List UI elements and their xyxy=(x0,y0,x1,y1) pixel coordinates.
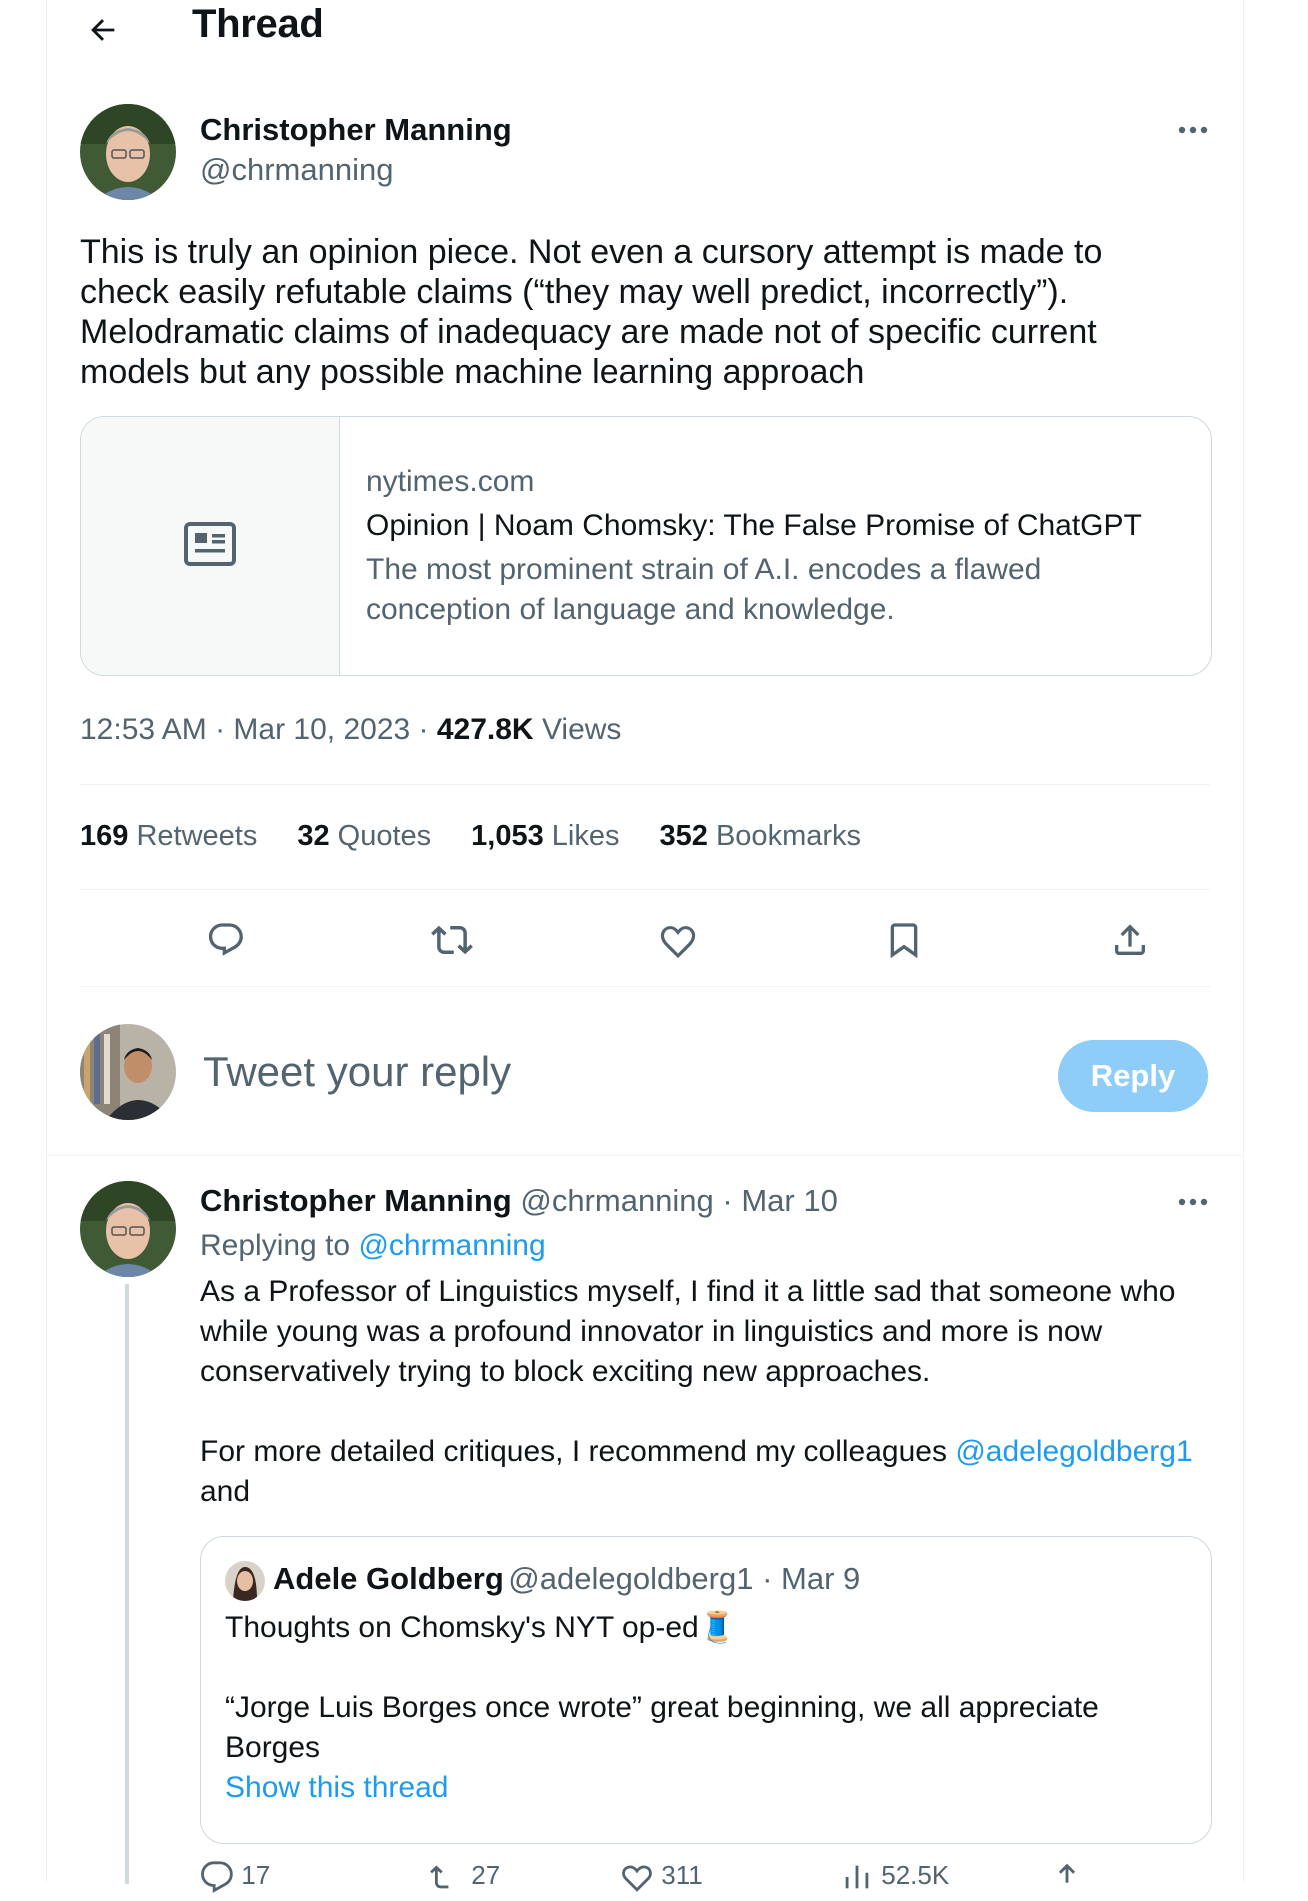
views-count: 427.8K xyxy=(436,713,534,746)
replying-to-handle[interactable]: @chrmanning xyxy=(358,1229,545,1262)
current-user-avatar[interactable] xyxy=(80,1024,176,1120)
quote-author-name: Adele Goldberg xyxy=(273,1561,504,1596)
reply-icon[interactable] xyxy=(202,916,250,964)
card-description: The most prominent strain of A.I. encode… xyxy=(366,553,1042,626)
quote-text-line: Thoughts on Chomsky's NYT op-ed🧵 xyxy=(225,1611,737,1644)
reply-count[interactable]: 17 xyxy=(200,1860,270,1894)
quote-date: · Mar 9 xyxy=(753,1561,861,1596)
engagement-stats: 169 Retweets 32 Quotes 1,053 Likes 352 B… xyxy=(80,820,861,853)
tweet-timestamp: 12:53 AM · Mar 10, 2023 · 427.8K Views xyxy=(80,713,621,747)
bookmarks-stat[interactable]: 352 Bookmarks xyxy=(660,820,862,853)
mention-link[interactable]: @adelegoldberg1 xyxy=(955,1435,1192,1468)
reply-action-bar: 17 27 311 52.5K xyxy=(200,1860,1210,1893)
replying-to-label: Replying to xyxy=(200,1229,359,1262)
reply-text-line: and xyxy=(200,1475,251,1508)
quote-header: Adele Goldberg @adelegoldberg1 · Mar 9 xyxy=(273,1561,860,1597)
quote-text: Thoughts on Chomsky's NYT op-ed🧵 “Jorge … xyxy=(225,1608,1185,1808)
reply-text-line: conservatively trying to block exciting … xyxy=(200,1355,931,1388)
link-card[interactable]: nytimes.com Opinion | Noam Chomsky: The … xyxy=(80,416,1212,676)
tweet-text-line: Melodramatic claims of inadequacy are ma… xyxy=(80,313,1097,351)
views-count-bar[interactable]: 52.5K xyxy=(840,1860,949,1894)
reply-date[interactable]: · Mar 10 xyxy=(714,1183,837,1218)
like-count[interactable]: 311 xyxy=(620,1860,703,1894)
divider xyxy=(47,1155,1243,1156)
quote-author-avatar xyxy=(225,1561,265,1601)
quotes-stat[interactable]: 32 Quotes xyxy=(297,820,431,853)
quoted-tweet[interactable]: Adele Goldberg @adelegoldberg1 · Mar 9 T… xyxy=(200,1536,1212,1844)
divider xyxy=(80,889,1210,890)
author-name[interactable]: Christopher Manning xyxy=(200,112,512,148)
thread-connector-line xyxy=(125,1284,129,1884)
author-handle[interactable]: @chrmanning xyxy=(200,152,393,188)
reply-input[interactable]: Tweet your reply xyxy=(203,1048,511,1096)
timeline-column: Thread Christopher Manning @chrmanning T… xyxy=(46,0,1244,1893)
card-title: Opinion | Noam Chomsky: The False Promis… xyxy=(366,509,1142,542)
page-title: Thread xyxy=(192,2,324,46)
like-heart-icon[interactable] xyxy=(654,916,702,964)
tweet-text: This is truly an opinion piece. Not even… xyxy=(80,232,1220,392)
action-bar xyxy=(80,902,1210,978)
views-label: Views xyxy=(533,713,622,746)
reply-text-line: while young was a profound innovator in … xyxy=(200,1315,1103,1348)
more-options-icon[interactable] xyxy=(1173,1192,1213,1212)
quote-text-line: “Jorge Luis Borges once wrote” great beg… xyxy=(225,1691,1099,1724)
reply-author-handle[interactable]: @chrmanning xyxy=(520,1183,713,1218)
reply-author-avatar[interactable] xyxy=(80,1181,176,1277)
replying-to: Replying to @chrmanning xyxy=(200,1229,546,1263)
show-thread-link[interactable]: Show this thread xyxy=(225,1768,1185,1808)
retweet-count[interactable]: 27 xyxy=(430,1860,500,1894)
card-domain: nytimes.com xyxy=(366,465,535,498)
reply-text-line: As a Professor of Linguistics myself, I … xyxy=(200,1275,1176,1308)
divider xyxy=(80,784,1210,785)
quote-author-handle: @adelegoldberg1 xyxy=(508,1561,754,1596)
bookmark-icon[interactable] xyxy=(880,916,928,964)
retweet-icon[interactable] xyxy=(428,916,476,964)
retweets-stat[interactable]: 169 Retweets xyxy=(80,820,257,853)
reply-header: Christopher Manning @chrmanning · Mar 10 xyxy=(200,1183,838,1219)
article-thumbnail xyxy=(81,417,340,675)
timestamp-text[interactable]: 12:53 AM · Mar 10, 2023 · xyxy=(80,713,437,746)
reply-author-name[interactable]: Christopher Manning xyxy=(200,1183,512,1218)
share-icon[interactable] xyxy=(1106,916,1154,964)
likes-stat[interactable]: 1,053 Likes xyxy=(471,820,619,853)
reply-text: As a Professor of Linguistics myself, I … xyxy=(200,1272,1220,1512)
reply-button[interactable]: Reply xyxy=(1058,1040,1208,1112)
share-icon[interactable] xyxy=(1050,1860,1084,1901)
tweet-text-line: models but any possible machine learning… xyxy=(80,353,865,391)
tweet-text-line: This is truly an opinion piece. Not even… xyxy=(80,233,1103,271)
divider xyxy=(80,986,1210,987)
reply-text-line: For more detailed critiques, I recommend… xyxy=(200,1435,1193,1468)
back-arrow-icon[interactable] xyxy=(79,6,127,54)
tweet-text-line: check easily refutable claims (“they may… xyxy=(80,273,1069,311)
quote-text-line: Borges xyxy=(225,1731,321,1764)
author-avatar[interactable] xyxy=(80,104,176,200)
more-options-icon[interactable] xyxy=(1173,120,1213,140)
newspaper-icon xyxy=(183,521,237,572)
